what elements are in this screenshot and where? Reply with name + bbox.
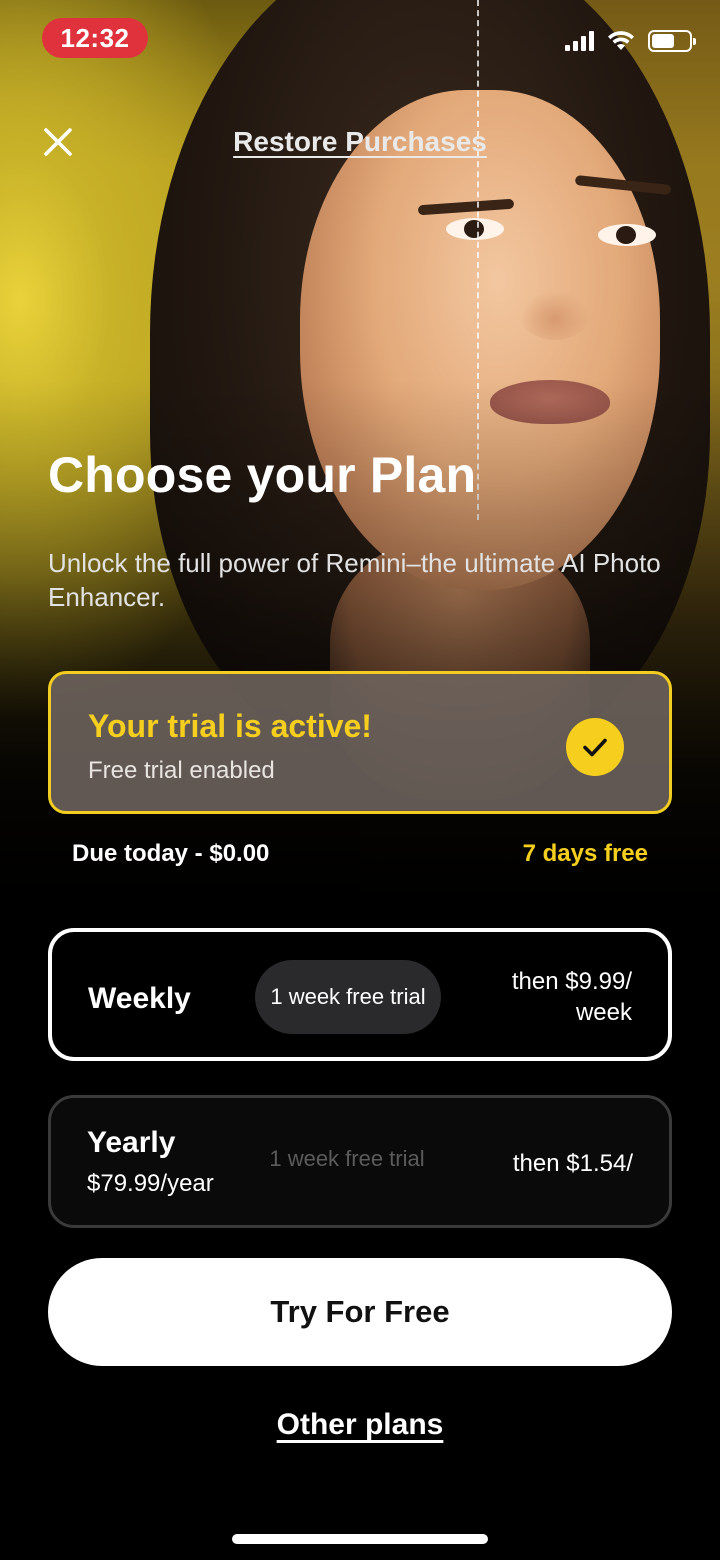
plan-name: Yearly [87, 1126, 176, 1159]
plan-option-weekly[interactable]: Weekly 1 week free trial then $9.99/ wee… [48, 928, 672, 1061]
trial-title: Your trial is active! [88, 708, 372, 744]
home-indicator[interactable] [232, 1534, 488, 1544]
restore-purchases-link[interactable]: Restore Purchases [233, 126, 487, 157]
plan-option-yearly[interactable]: Yearly $79.99/year 1 week free trial the… [48, 1095, 672, 1228]
plan-then-price: then $9.99/ week [511, 968, 632, 1026]
plan-trial-badge: 1 week free trial [269, 1146, 425, 1171]
battery-icon [648, 30, 696, 52]
plan-name: Weekly [88, 982, 191, 1015]
due-today-row: Due today - $0.00 7 days free [72, 840, 648, 868]
try-for-free-button[interactable]: Try For Free [48, 1258, 672, 1366]
plan-trial-badge: 1 week free trial [255, 960, 441, 1034]
trial-subtitle: Free trial enabled [88, 757, 275, 784]
status-icons [565, 30, 696, 52]
other-plans-row: Other plans [0, 1408, 720, 1442]
checkmark-icon [566, 718, 624, 776]
plan-price: $79.99/year [87, 1170, 214, 1197]
trial-status-card: Your trial is active! Free trial enabled [48, 671, 672, 814]
restore-purchases-row: Restore Purchases [0, 126, 720, 158]
free-days-text: 7 days free [522, 840, 648, 867]
plan-then-price: then $1.54/ [512, 1150, 633, 1177]
page-subtitle: Unlock the full power of Remini–the ulti… [48, 548, 661, 612]
paywall-screen: 12:32 Restore Purchases Choose your Plan… [0, 0, 720, 1560]
status-time: 12:32 [42, 18, 148, 58]
page-title: Choose your Plan [48, 447, 477, 503]
cellular-signal-icon [565, 31, 594, 51]
wifi-icon [608, 31, 634, 50]
due-today-text: Due today - $0.00 [72, 840, 270, 867]
other-plans-link[interactable]: Other plans [277, 1408, 444, 1441]
